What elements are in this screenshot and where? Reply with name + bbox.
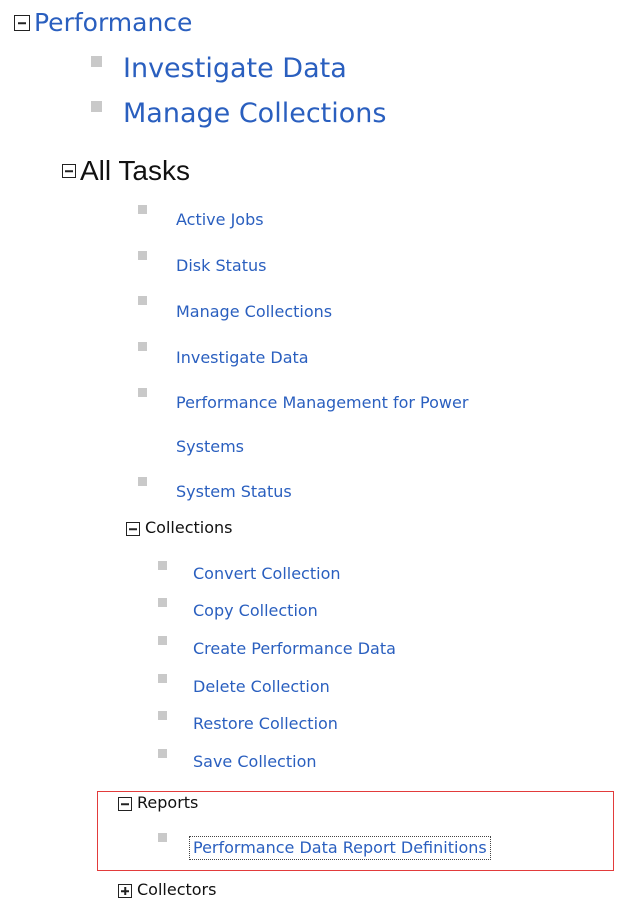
tree-link-performance-management[interactable]: Performance Management for Power bbox=[176, 395, 468, 411]
tree-link-convert-collection[interactable]: Convert Collection bbox=[193, 566, 341, 582]
square-bullet-icon bbox=[158, 561, 167, 570]
tree-link-investigate-data-task[interactable]: Investigate Data bbox=[176, 350, 309, 366]
square-bullet-icon bbox=[158, 598, 167, 607]
collapse-performance-toggle-icon[interactable] bbox=[14, 15, 30, 31]
tree-link-system-status[interactable]: System Status bbox=[176, 484, 292, 500]
tree-link-investigate-data[interactable]: Investigate Data bbox=[123, 55, 347, 82]
tree-link-manage-collections-task[interactable]: Manage Collections bbox=[176, 304, 332, 320]
tree-node-reports[interactable]: Reports bbox=[137, 795, 198, 811]
tree-link-create-performance-data[interactable]: Create Performance Data bbox=[193, 641, 396, 657]
square-bullet-icon bbox=[138, 477, 147, 486]
collapse-reports-toggle-icon[interactable] bbox=[118, 797, 132, 811]
square-bullet-icon bbox=[158, 674, 167, 683]
tree-link-manage-collections[interactable]: Manage Collections bbox=[123, 100, 386, 127]
tree-link-performance-data-report-definitions[interactable]: Performance Data Report Definitions bbox=[189, 836, 491, 860]
square-bullet-icon bbox=[91, 56, 102, 67]
square-bullet-icon bbox=[158, 711, 167, 720]
collapse-all-tasks-toggle-icon[interactable] bbox=[62, 164, 76, 178]
tree-link-save-collection[interactable]: Save Collection bbox=[193, 754, 317, 770]
square-bullet-icon bbox=[138, 342, 147, 351]
tree-node-collectors[interactable]: Collectors bbox=[137, 882, 216, 898]
tree-link-performance-management-line2[interactable]: Systems bbox=[176, 439, 244, 455]
tree-node-collections[interactable]: Collections bbox=[145, 520, 232, 536]
tree-link-copy-collection[interactable]: Copy Collection bbox=[193, 603, 318, 619]
tree-link-restore-collection[interactable]: Restore Collection bbox=[193, 716, 338, 732]
square-bullet-icon bbox=[158, 833, 167, 842]
square-bullet-icon bbox=[138, 296, 147, 305]
tree-link-delete-collection[interactable]: Delete Collection bbox=[193, 679, 330, 695]
square-bullet-icon bbox=[158, 749, 167, 758]
square-bullet-icon bbox=[158, 636, 167, 645]
square-bullet-icon bbox=[138, 205, 147, 214]
expand-collectors-toggle-icon[interactable] bbox=[118, 884, 132, 898]
square-bullet-icon bbox=[91, 101, 102, 112]
square-bullet-icon bbox=[138, 251, 147, 260]
tree-link-active-jobs[interactable]: Active Jobs bbox=[176, 212, 264, 228]
square-bullet-icon bbox=[138, 388, 147, 397]
tree-node-performance[interactable]: Performance bbox=[34, 10, 192, 35]
tree-link-disk-status[interactable]: Disk Status bbox=[176, 258, 266, 274]
tree-node-all-tasks[interactable]: All Tasks bbox=[80, 157, 190, 185]
collapse-collections-toggle-icon[interactable] bbox=[126, 522, 140, 536]
